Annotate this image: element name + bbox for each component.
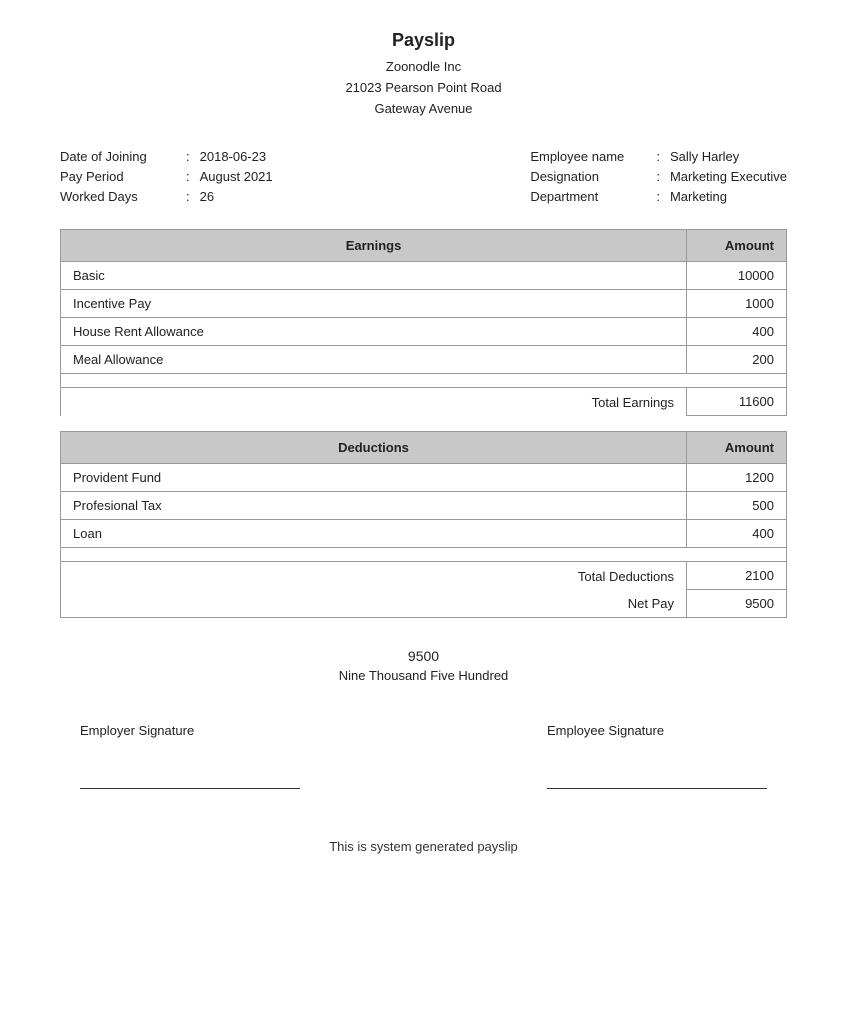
table-row: Incentive Pay 1000: [61, 290, 787, 318]
total-earnings-value: 11600: [687, 388, 787, 416]
hra-amount: 400: [687, 318, 787, 346]
company-name: Zoonodle Inc: [60, 57, 787, 78]
employee-name-value: Sally Harley: [670, 149, 739, 164]
basic-amount: 10000: [687, 262, 787, 290]
pay-period-row: Pay Period : August 2021: [60, 169, 273, 184]
net-pay-value: 9500: [687, 590, 787, 618]
net-amount-words: Nine Thousand Five Hundred: [60, 668, 787, 683]
earnings-table: Earnings Amount Basic 10000 Incentive Pa…: [60, 229, 787, 416]
professional-tax-amount: 500: [687, 492, 787, 520]
loan-amount: 400: [687, 520, 787, 548]
total-deductions-value: 2100: [687, 562, 787, 590]
table-row: Meal Allowance 200: [61, 346, 787, 374]
provident-fund-amount: 1200: [687, 464, 787, 492]
department-row: Department : Marketing: [530, 189, 787, 204]
professional-tax-label: Profesional Tax: [61, 492, 687, 520]
department-label: Department: [530, 189, 650, 204]
employer-sig-block: Employer Signature: [80, 723, 300, 789]
earnings-amount-header: Amount: [687, 230, 787, 262]
date-of-joining-label: Date of Joining: [60, 149, 180, 164]
deductions-header: Deductions: [61, 432, 687, 464]
employee-sig-block: Employee Signature: [547, 723, 767, 789]
net-amount-section: 9500 Nine Thousand Five Hundred: [60, 648, 787, 683]
pay-period-value: August 2021: [200, 169, 273, 184]
worked-days-colon: :: [186, 189, 190, 204]
designation-label: Designation: [530, 169, 650, 184]
table-row: House Rent Allowance 400: [61, 318, 787, 346]
payslip-title: Payslip: [60, 30, 787, 51]
net-amount-number: 9500: [60, 648, 787, 664]
provident-fund-label: Provident Fund: [61, 464, 687, 492]
total-deductions-row: Total Deductions 2100: [61, 562, 787, 590]
table-row: Profesional Tax 500: [61, 492, 787, 520]
table-row: Provident Fund 1200: [61, 464, 787, 492]
loan-label: Loan: [61, 520, 687, 548]
employee-info-section: Date of Joining : 2018-06-23 Pay Period …: [60, 149, 787, 204]
spacer-row: [61, 548, 787, 562]
department-colon: :: [656, 189, 660, 204]
pay-period-label: Pay Period: [60, 169, 180, 184]
address-line2: Gateway Avenue: [60, 99, 787, 120]
worked-days-value: 26: [200, 189, 214, 204]
pay-period-colon: :: [186, 169, 190, 184]
deductions-amount-header: Amount: [687, 432, 787, 464]
department-value: Marketing: [670, 189, 727, 204]
employer-signature-label: Employer Signature: [80, 723, 194, 738]
date-of-joining-colon: :: [186, 149, 190, 164]
hra-label: House Rent Allowance: [61, 318, 687, 346]
employee-signature-label: Employee Signature: [547, 723, 664, 738]
table-row: Loan 400: [61, 520, 787, 548]
designation-value: Marketing Executive: [670, 169, 787, 184]
basic-label: Basic: [61, 262, 687, 290]
address-line1: 21023 Pearson Point Road: [60, 78, 787, 99]
table-row: Basic 10000: [61, 262, 787, 290]
employer-signature-line: [80, 788, 300, 789]
total-deductions-label: Total Deductions: [61, 562, 687, 590]
employee-signature-line: [547, 788, 767, 789]
designation-row: Designation : Marketing Executive: [530, 169, 787, 184]
designation-colon: :: [656, 169, 660, 184]
signature-section: Employer Signature Employee Signature: [60, 723, 787, 789]
incentive-pay-label: Incentive Pay: [61, 290, 687, 318]
employee-name-colon: :: [656, 149, 660, 164]
total-earnings-label: Total Earnings: [61, 388, 687, 416]
date-of-joining-row: Date of Joining : 2018-06-23: [60, 149, 273, 164]
info-left-col: Date of Joining : 2018-06-23 Pay Period …: [60, 149, 273, 204]
employee-name-label: Employee name: [530, 149, 650, 164]
earnings-total-row: Total Earnings 11600: [61, 388, 787, 416]
footer: This is system generated payslip: [60, 839, 787, 854]
net-pay-row: Net Pay 9500: [61, 590, 787, 618]
spacer-row: [61, 374, 787, 388]
footer-text: This is system generated payslip: [60, 839, 787, 854]
net-pay-label: Net Pay: [61, 590, 687, 618]
incentive-pay-amount: 1000: [687, 290, 787, 318]
payslip-header: Payslip Zoonodle Inc 21023 Pearson Point…: [60, 30, 787, 119]
info-right-col: Employee name : Sally Harley Designation…: [530, 149, 787, 204]
deductions-table: Deductions Amount Provident Fund 1200 Pr…: [60, 431, 787, 618]
employee-name-row: Employee name : Sally Harley: [530, 149, 787, 164]
date-of-joining-value: 2018-06-23: [200, 149, 267, 164]
worked-days-label: Worked Days: [60, 189, 180, 204]
earnings-header: Earnings: [61, 230, 687, 262]
meal-allowance-label: Meal Allowance: [61, 346, 687, 374]
worked-days-row: Worked Days : 26: [60, 189, 273, 204]
meal-allowance-amount: 200: [687, 346, 787, 374]
